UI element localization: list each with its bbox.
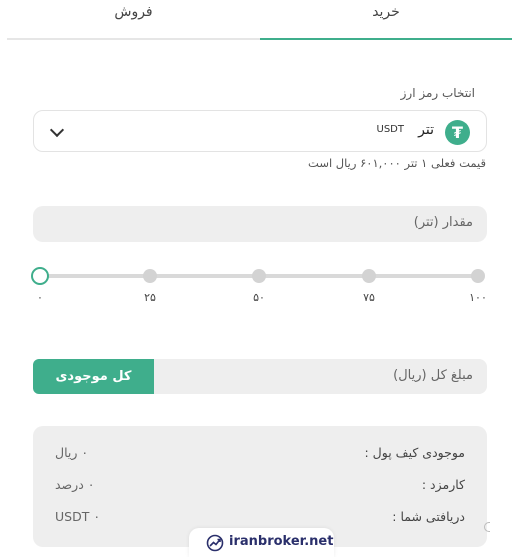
slider-handle[interactable]: [31, 267, 49, 285]
slider-label-75: ۷۵: [363, 291, 375, 304]
chevron-down-icon: [49, 122, 65, 138]
tab-sell[interactable]: فروش: [7, 0, 260, 40]
amount-input[interactable]: مقدار (تتر): [33, 206, 487, 242]
wallet-balance-label: موجودی کیف پول :: [364, 445, 465, 460]
slider-stop-100[interactable]: [471, 269, 485, 283]
info-row-receive: دریافتی شما : USDT ۰: [55, 509, 465, 529]
info-row-wallet: موجودی کیف پول : ۰ ریال: [55, 445, 465, 465]
tab-buy[interactable]: خرید: [260, 0, 512, 40]
trend-logo-icon: [206, 534, 224, 552]
watermark-text: iranbroker.net: [229, 534, 334, 549]
tab-divider: [7, 38, 260, 40]
coin-name: تتر: [418, 122, 434, 138]
watermark: iranbroker.net: [189, 528, 334, 557]
coin-select-dropdown[interactable]: ₮ تتر USDT: [33, 110, 487, 152]
total-amount-input[interactable]: مبلغ کل (ریال) کل موجودی: [33, 359, 487, 394]
total-placeholder: مبلغ کل (ریال): [393, 368, 473, 383]
coin-code: USDT: [376, 124, 404, 135]
slider-stop-50[interactable]: [252, 269, 266, 283]
slider-label-0: ۰: [37, 291, 43, 304]
tether-icon: ₮: [445, 120, 470, 145]
receive-label: دریافتی شما :: [392, 509, 465, 524]
trade-tabs: فروش خرید: [7, 0, 512, 40]
receive-value: USDT ۰: [55, 509, 101, 524]
edge-handle: [484, 522, 490, 532]
info-row-fee: کارمزد : ۰ درصد: [55, 477, 465, 497]
slider-label-100: ۱۰۰: [469, 291, 487, 304]
slider-label-50: ۵۰: [253, 291, 265, 304]
slider-stop-25[interactable]: [143, 269, 157, 283]
coin-select-label: انتخاب رمز ارز: [400, 86, 475, 100]
fee-label: کارمزد :: [421, 477, 465, 492]
fee-value: ۰ درصد: [55, 477, 95, 492]
amount-placeholder: مقدار (تتر): [413, 215, 473, 230]
slider-label-25: ۲۵: [144, 291, 156, 304]
slider-stop-75[interactable]: [362, 269, 376, 283]
wallet-balance-value: ۰ ریال: [55, 445, 89, 460]
all-balance-button[interactable]: کل موجودی: [33, 359, 154, 394]
active-tab-indicator: [260, 38, 512, 40]
price-note: قیمت فعلی ۱ تتر ۶۰۱,۰۰۰ ریال است: [308, 156, 486, 170]
